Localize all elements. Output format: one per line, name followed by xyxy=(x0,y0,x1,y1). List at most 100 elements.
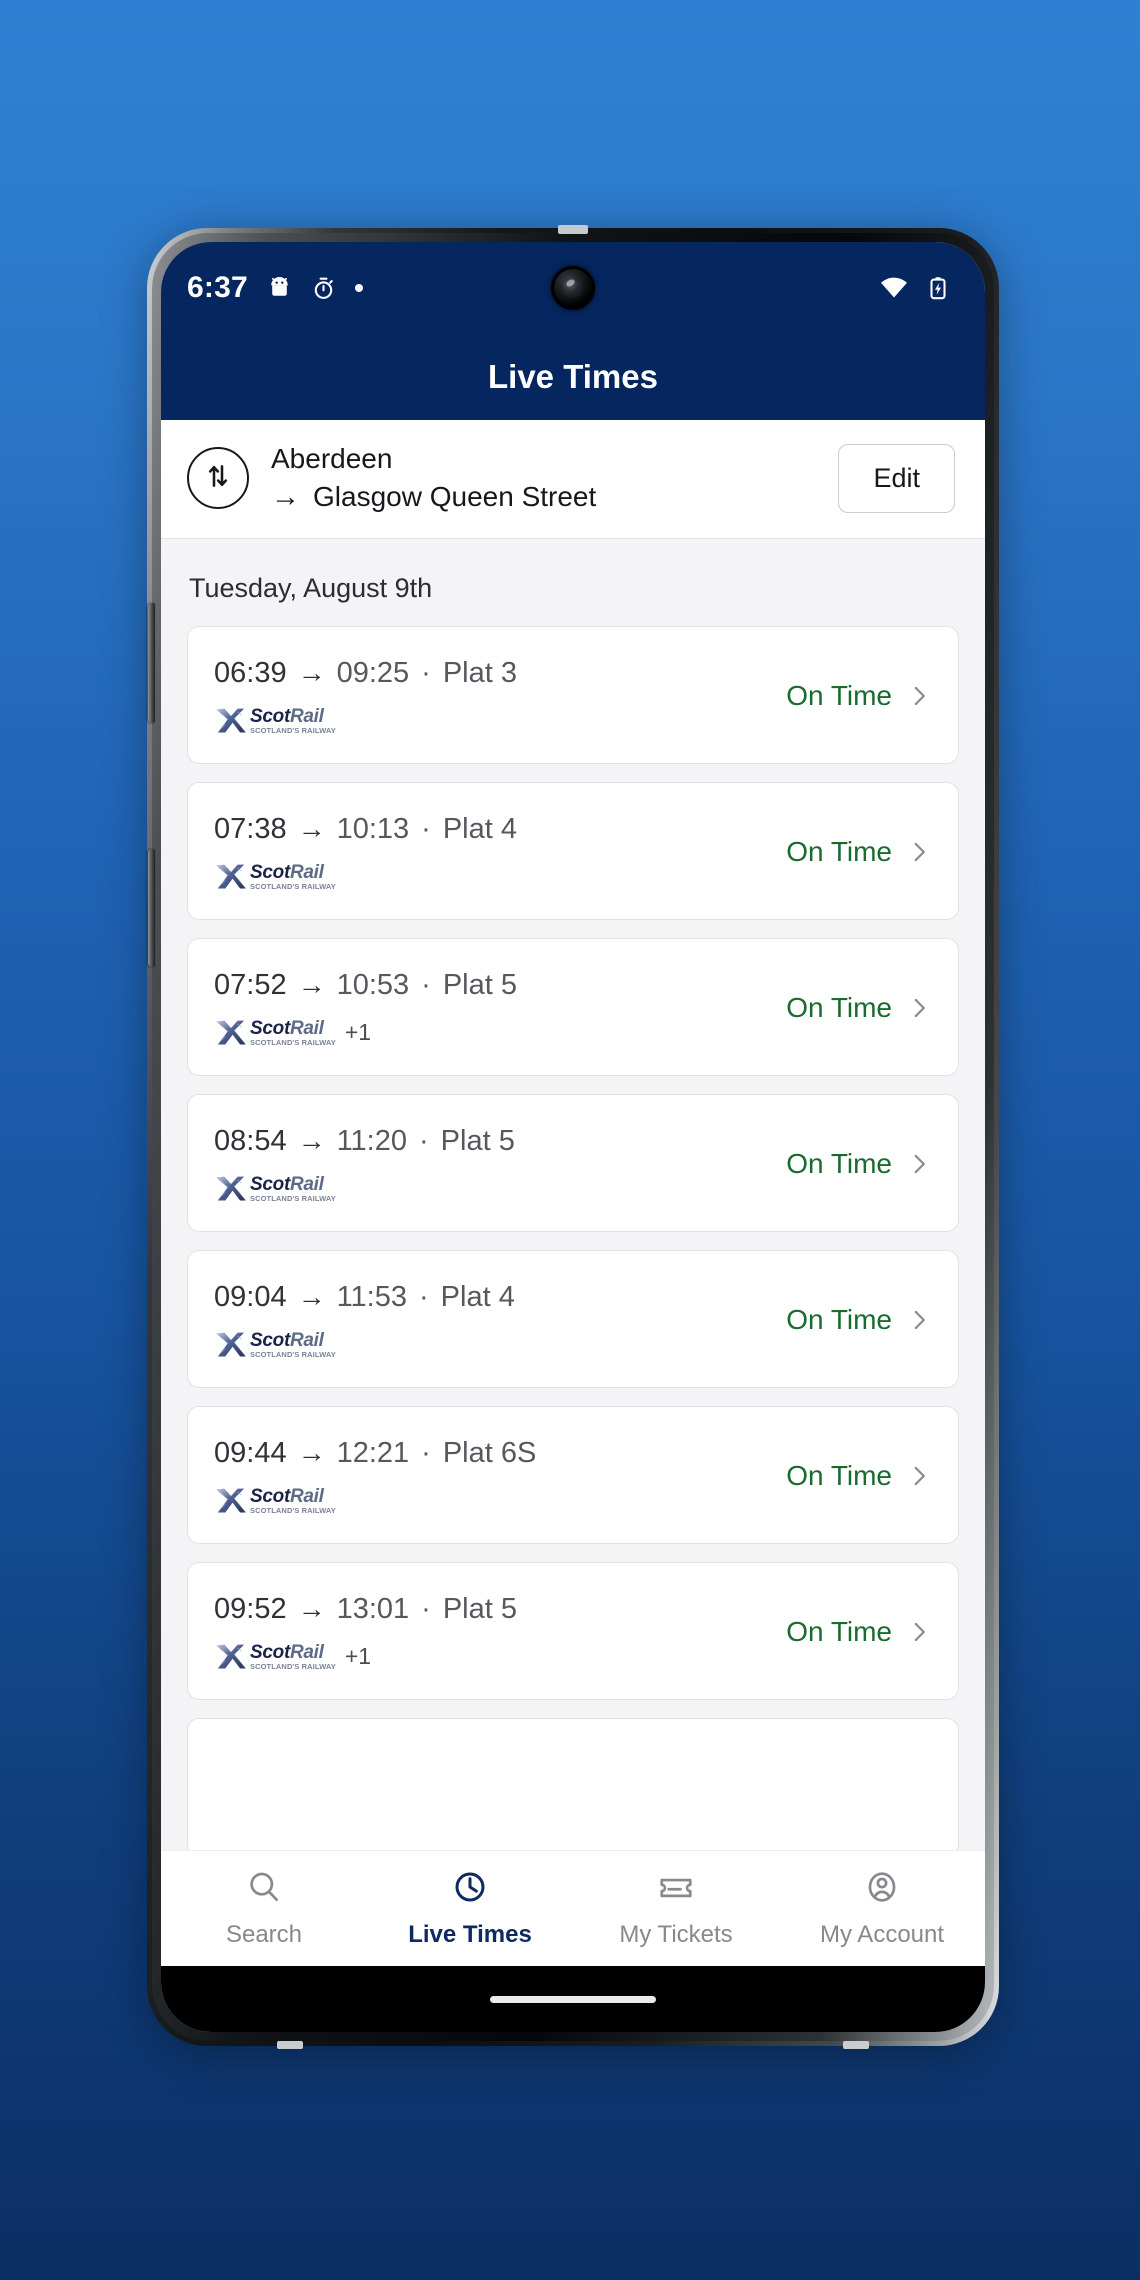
journey-cards-container: 06:39 → 09:25 · Plat 3 ScotRail SCOTLAND'S RAI… xyxy=(187,626,959,1850)
scotrail-name-part1: Scot xyxy=(250,1173,290,1195)
journey-times-row: 08:54 → 11:20 · Plat 5 xyxy=(214,1125,770,1158)
journey-card[interactable]: 09:44 → 12:21 · Plat 6S ScotRail SCOTLAND'S RA… xyxy=(187,1406,959,1545)
bottom-navigation: Search Live Times My Tickets My Account xyxy=(161,1850,985,1966)
scotrail-logo: ScotRail SCOTLAND'S RAILWAY xyxy=(214,1643,336,1671)
volume-button[interactable] xyxy=(148,603,155,723)
chevron-right-icon xyxy=(906,995,932,1021)
chevron-right-icon xyxy=(906,683,932,709)
edit-button[interactable]: Edit xyxy=(838,443,955,513)
nav-item-my-tickets[interactable]: My Tickets xyxy=(573,1868,779,1949)
scotrail-name-part2: Rail xyxy=(289,1641,324,1663)
status-bar-left: 6:37 xyxy=(187,271,363,305)
ticket-icon xyxy=(657,1868,695,1911)
scotrail-logo: ScotRail SCOTLAND'S RAILWAY xyxy=(214,1487,336,1515)
origin-station: Aberdeen xyxy=(271,443,393,474)
scotrail-tagline: SCOTLAND'S RAILWAY xyxy=(250,1662,336,1672)
journey-arrow-icon: → xyxy=(297,813,326,845)
platform-label: Plat 6S xyxy=(442,1436,537,1469)
scotrail-logo: ScotRail SCOTLAND'S RAILWAY xyxy=(214,1331,336,1359)
departure-time: 08:54 xyxy=(214,1124,287,1157)
route-labels: Aberdeen → Glasgow Queen Street xyxy=(271,440,816,516)
journey-status-area: On Time xyxy=(770,992,932,1024)
scotrail-saltire-icon xyxy=(216,708,246,733)
journey-card-details: 06:39 → 09:25 · Plat 3 ScotRail SCOTLAND'S RAI… xyxy=(214,657,770,736)
nav-label-search: Search xyxy=(225,1921,303,1948)
nav-label-my-account: My Account xyxy=(819,1921,945,1948)
chevron-right-icon xyxy=(906,1151,932,1177)
android-debug-icon xyxy=(267,276,292,301)
scotrail-name-part2: Rail xyxy=(289,1485,324,1507)
journey-card[interactable]: 09:52 → 13:01 · Plat 5 ScotRail SCOTLAND'S RAI… xyxy=(187,1562,959,1701)
person-icon xyxy=(863,1868,901,1911)
time-platform-separator: · xyxy=(421,1436,431,1469)
journey-card-partial[interactable] xyxy=(187,1718,959,1850)
journey-times-row: 09:44 → 12:21 · Plat 6S xyxy=(214,1437,770,1470)
scotrail-tagline: SCOTLAND'S RAILWAY xyxy=(250,1506,336,1516)
chevron-right-icon xyxy=(906,1307,932,1333)
journey-card[interactable]: 08:54 → 11:20 · Plat 5 ScotRail SCOTLAND'S RAI… xyxy=(187,1094,959,1233)
time-platform-separator: · xyxy=(421,968,431,1001)
operator-row: ScotRail SCOTLAND'S RAILWAY xyxy=(214,1486,770,1516)
nav-item-search[interactable]: Search xyxy=(161,1868,367,1949)
journey-arrow-icon: → xyxy=(297,969,326,1001)
nav-item-my-account[interactable]: My Account xyxy=(779,1868,985,1949)
scotrail-saltire-icon xyxy=(216,864,246,889)
journey-arrow-icon: → xyxy=(297,1125,326,1157)
scotrail-tagline: SCOTLAND'S RAILWAY xyxy=(250,1350,336,1360)
journey-card-details: 09:04 → 11:53 · Plat 4 ScotRail SCOTLAND'S RAI… xyxy=(214,1281,770,1360)
status-badge: On Time xyxy=(786,1616,892,1648)
app-screen: 6:37 Live Times Aberdeen → Glasgow Queen… xyxy=(161,242,985,2032)
arrival-time: 12:21 xyxy=(336,1436,410,1469)
app-header: Live Times xyxy=(161,334,985,420)
scotrail-name-part2: Rail xyxy=(289,705,324,727)
device-frame-outer: 6:37 Live Times Aberdeen → Glasgow Queen… xyxy=(147,225,999,2049)
journey-card[interactable]: 07:38 → 10:13 · Plat 4 ScotRail SCOTLAND'S RAI… xyxy=(187,782,959,921)
scotrail-saltire-icon xyxy=(216,1332,246,1357)
scotrail-logo: ScotRail SCOTLAND'S RAILWAY xyxy=(214,707,336,735)
status-badge: On Time xyxy=(786,680,892,712)
extra-operators-badge: +1 xyxy=(344,1643,372,1670)
journey-card-details: 07:38 → 10:13 · Plat 4 ScotRail SCOTLAND'S RAI… xyxy=(214,813,770,892)
frame-antenna-left xyxy=(277,2041,303,2049)
wifi-icon xyxy=(879,273,909,303)
nav-item-live-times[interactable]: Live Times xyxy=(367,1868,573,1949)
power-button[interactable] xyxy=(148,849,155,967)
journey-card-details: 07:52 → 10:53 · Plat 5 ScotRail SCOTLAND'S RAI… xyxy=(214,969,770,1048)
dot-indicator-icon xyxy=(354,284,363,292)
scotrail-saltire-icon xyxy=(216,1176,246,1201)
operator-row: ScotRail SCOTLAND'S RAILWAY xyxy=(214,706,770,736)
departure-time: 06:39 xyxy=(214,656,287,689)
journey-status-area: On Time xyxy=(770,1616,932,1648)
departure-time: 09:44 xyxy=(214,1436,287,1469)
page-title: Live Times xyxy=(488,358,658,395)
clock-icon xyxy=(451,1868,489,1911)
platform-label: Plat 5 xyxy=(442,968,517,1001)
departure-time: 09:04 xyxy=(214,1280,287,1313)
status-badge: On Time xyxy=(786,1148,892,1180)
chevron-right-icon xyxy=(906,1463,932,1489)
arrival-time: 11:20 xyxy=(336,1124,407,1157)
frame-antenna-top xyxy=(558,225,588,234)
journey-times-row: 07:38 → 10:13 · Plat 4 xyxy=(214,813,770,846)
scotrail-saltire-icon xyxy=(216,1488,246,1513)
journey-arrow-icon: → xyxy=(297,1281,326,1313)
time-platform-separator: · xyxy=(421,656,431,689)
device-frame-inner: 6:37 Live Times Aberdeen → Glasgow Queen… xyxy=(148,233,994,2041)
journey-times-row: 09:52 → 13:01 · Plat 5 xyxy=(214,1593,770,1626)
home-gesture-bar[interactable] xyxy=(490,1995,656,2003)
status-badge: On Time xyxy=(786,836,892,868)
scotrail-saltire-icon xyxy=(216,1644,246,1669)
scotrail-logo: ScotRail SCOTLAND'S RAILWAY xyxy=(214,1019,336,1047)
scotrail-name-part2: Rail xyxy=(289,1017,324,1039)
journey-card[interactable]: 06:39 → 09:25 · Plat 3 ScotRail SCOTLAND'S RAI… xyxy=(187,626,959,765)
platform-label: Plat 4 xyxy=(440,1280,515,1313)
destination-row: → Glasgow Queen Street xyxy=(271,478,816,516)
journey-card[interactable]: 09:04 → 11:53 · Plat 4 ScotRail SCOTLAND'S RAI… xyxy=(187,1250,959,1389)
nav-label-my-tickets: My Tickets xyxy=(619,1921,733,1948)
journey-list[interactable]: Tuesday, August 9th 06:39 → 09:25 · Plat 3 Sc… xyxy=(161,539,985,1850)
scotrail-name-part2: Rail xyxy=(289,1173,324,1195)
swap-stations-button[interactable] xyxy=(187,447,249,510)
journey-card[interactable]: 07:52 → 10:53 · Plat 5 ScotRail SCOTLAND'S RAI… xyxy=(187,938,959,1077)
extra-operators-badge: +1 xyxy=(344,1019,372,1046)
scotrail-tagline: SCOTLAND'S RAILWAY xyxy=(250,1038,336,1048)
